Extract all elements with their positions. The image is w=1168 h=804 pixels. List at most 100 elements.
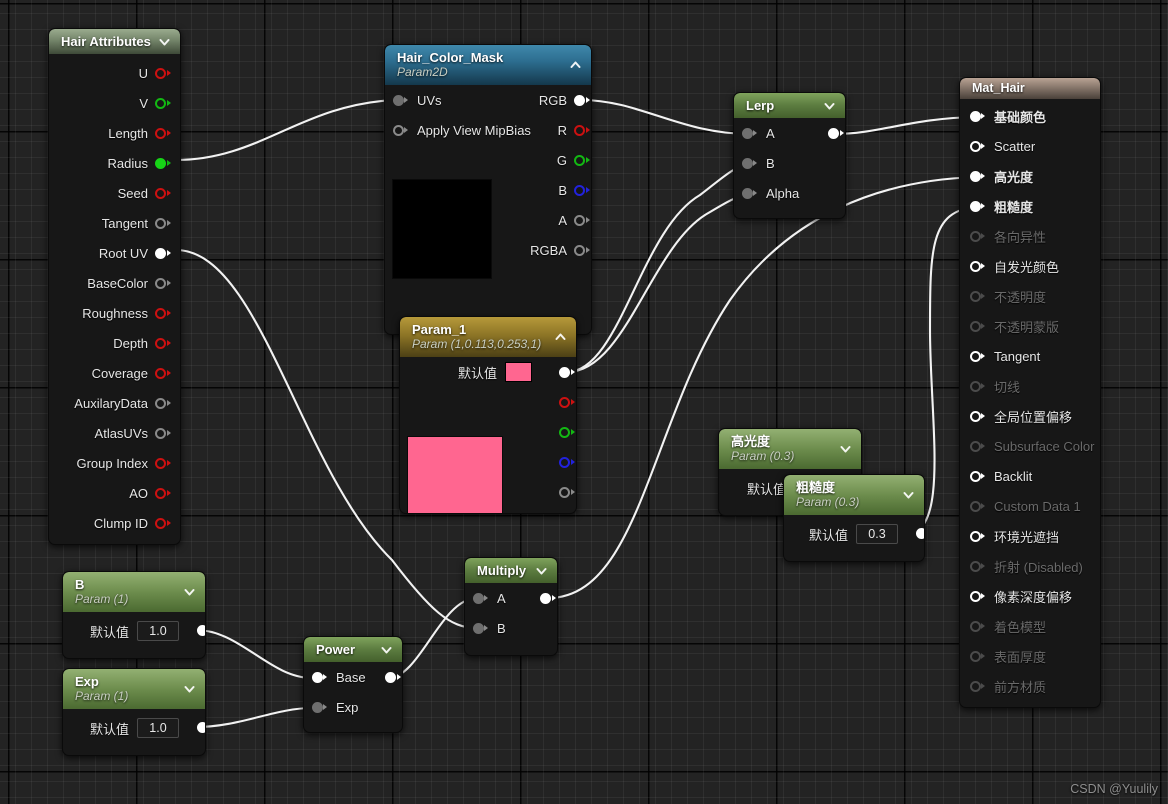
chevron-down-icon[interactable] — [183, 683, 196, 696]
input-pin[interactable] — [970, 320, 987, 333]
output-pin[interactable] — [155, 517, 172, 530]
output-pin[interactable] — [155, 307, 172, 320]
output-pin[interactable] — [828, 127, 845, 140]
node-header[interactable]: Mat_Hair — [960, 78, 1100, 99]
output-pin[interactable] — [155, 97, 172, 110]
chevron-down-icon[interactable] — [380, 643, 393, 656]
color-swatch[interactable] — [505, 362, 532, 382]
output-pin[interactable] — [574, 94, 591, 107]
output-pin[interactable] — [155, 187, 172, 200]
input-pin[interactable] — [970, 470, 987, 483]
node-header[interactable]: Param_1 Param (1,0.113,0.253,1) — [400, 317, 576, 357]
output-pin[interactable] — [540, 592, 557, 605]
output-row: AtlasUVs — [49, 418, 180, 448]
input-pin[interactable] — [970, 410, 987, 423]
node-param-1[interactable]: Param_1 Param (1,0.113,0.253,1) 默认值 — [399, 316, 577, 514]
pin-label: Seed — [117, 185, 148, 201]
input-pin[interactable] — [970, 200, 987, 213]
input-pin[interactable] — [970, 350, 987, 363]
output-pin[interactable] — [574, 184, 591, 197]
chevron-down-icon[interactable] — [902, 489, 915, 502]
output-pin[interactable] — [155, 367, 172, 380]
output-pin[interactable] — [155, 67, 172, 80]
material-graph-canvas[interactable]: Hair Attributes U V Length Radius Seed Tangen… — [0, 0, 1168, 804]
node-hair-attributes[interactable]: Hair Attributes U V Length Radius Seed Tangen… — [48, 28, 181, 545]
chevron-up-icon[interactable] — [569, 59, 582, 72]
input-pin[interactable] — [970, 230, 987, 243]
output-pin[interactable] — [574, 244, 591, 257]
input-pin[interactable] — [970, 590, 987, 603]
input-pin[interactable] — [312, 701, 329, 714]
node-multiply[interactable]: Multiply AB — [464, 557, 558, 656]
output-pin[interactable] — [155, 247, 172, 260]
output-pin[interactable] — [574, 214, 591, 227]
pin-label: B — [558, 182, 567, 198]
output-pin[interactable] — [559, 426, 576, 439]
output-pin[interactable] — [155, 157, 172, 170]
node-hair-color-mask[interactable]: Hair_Color_Mask Param2D UVs Apply View Mi… — [384, 44, 592, 335]
node-header[interactable]: Hair Attributes — [49, 29, 180, 54]
output-row: Group Index — [49, 448, 180, 478]
chevron-down-icon[interactable] — [158, 35, 171, 48]
node-header[interactable]: Hair_Color_Mask Param2D — [385, 45, 591, 85]
output-pin[interactable] — [155, 457, 172, 470]
input-pin[interactable] — [970, 170, 987, 183]
output-pin[interactable] — [155, 427, 172, 440]
output-pin[interactable] — [155, 397, 172, 410]
input-pin[interactable] — [970, 500, 987, 513]
node-header[interactable]: Exp Param (1) — [63, 669, 205, 709]
node-lerp[interactable]: Lerp A B Alpha — [733, 92, 846, 219]
output-pin[interactable] — [155, 337, 172, 350]
output-pin[interactable] — [155, 217, 172, 230]
output-pin[interactable] — [574, 124, 591, 137]
node-b-param[interactable]: B Param (1) 默认值 1.0 — [62, 571, 206, 659]
input-pin[interactable] — [970, 380, 987, 393]
input-pin[interactable] — [970, 620, 987, 633]
input-pin[interactable] — [970, 560, 987, 573]
chevron-down-icon[interactable] — [823, 99, 836, 112]
output-pin[interactable] — [155, 277, 172, 290]
output-pin[interactable] — [559, 396, 576, 409]
input-pin[interactable] — [970, 440, 987, 453]
input-pin[interactable] — [970, 650, 987, 663]
node-mat-hair[interactable]: Mat_Hair 基础颜色 Scatter 高光度 粗糙度 各向异性 自发光颜色 不透明度不… — [959, 77, 1101, 708]
input-pin[interactable] — [970, 680, 987, 693]
output-pin[interactable] — [385, 671, 402, 684]
node-header[interactable]: B Param (1) — [63, 572, 205, 612]
input-pin[interactable] — [970, 290, 987, 303]
node-exp-param[interactable]: Exp Param (1) 默认值 1.0 — [62, 668, 206, 756]
input-pin[interactable] — [742, 187, 759, 200]
output-pin[interactable] — [155, 127, 172, 140]
node-header[interactable]: Lerp — [734, 93, 845, 118]
input-pin[interactable] — [970, 260, 987, 273]
output-pin[interactable] — [574, 154, 591, 167]
node-header[interactable]: Power — [304, 637, 402, 662]
node-header[interactable]: 高光度 Param (0.3) — [719, 429, 861, 469]
node-title: Lerp — [746, 98, 775, 113]
input-pin[interactable] — [970, 140, 987, 153]
output-pin[interactable] — [155, 487, 172, 500]
value-field[interactable]: 1.0 — [137, 621, 179, 641]
default-value-label: 默认值 — [808, 527, 848, 543]
node-body: U V Length Radius Seed Tangent Root UV BaseColo… — [49, 54, 180, 544]
chevron-down-icon[interactable] — [535, 564, 548, 577]
input-pin[interactable] — [970, 530, 987, 543]
pin-label: Clump ID — [93, 515, 148, 531]
chevron-down-icon[interactable] — [839, 443, 852, 456]
input-pin[interactable] — [742, 157, 759, 170]
node-roughness-param[interactable]: 粗糙度 Param (0.3) 默认值 0.3 — [783, 474, 925, 562]
input-pin[interactable] — [970, 110, 987, 123]
output-pin[interactable] — [559, 456, 576, 469]
value-field[interactable]: 0.3 — [856, 524, 898, 544]
output-pin[interactable] — [559, 486, 576, 499]
output-pin[interactable] — [559, 366, 576, 379]
node-header[interactable]: 粗糙度 Param (0.3) — [784, 475, 924, 515]
node-power[interactable]: Power Base Exp — [303, 636, 403, 733]
chevron-down-icon[interactable] — [183, 586, 196, 599]
input-pin[interactable] — [473, 622, 490, 635]
node-header[interactable]: Multiply — [465, 558, 557, 583]
node-title: Exp — [75, 674, 99, 689]
value-field[interactable]: 1.0 — [137, 718, 179, 738]
chevron-up-icon[interactable] — [554, 331, 567, 344]
node-title: Hair_Color_Mask — [397, 50, 504, 65]
